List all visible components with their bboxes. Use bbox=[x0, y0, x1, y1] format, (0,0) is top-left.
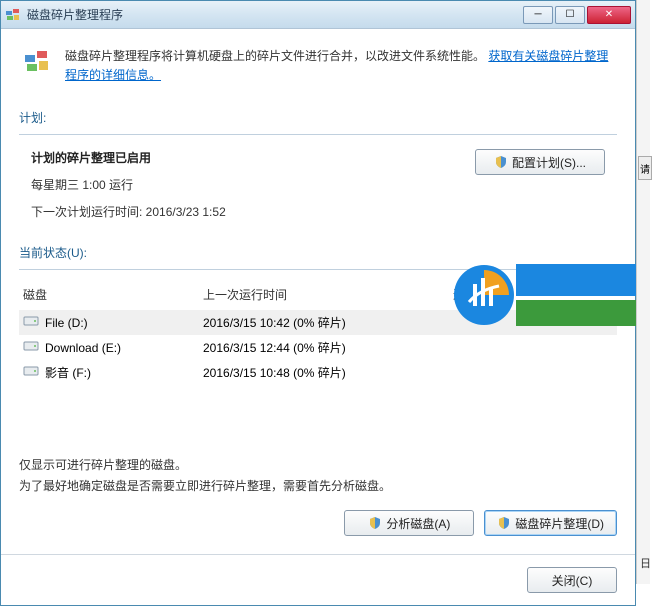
close-button[interactable]: 关闭(C) bbox=[527, 567, 617, 593]
banner-text: 磁盘碎片整理程序将计算机硬盘上的碎片文件进行合并，以改进文件系统性能。 获取有关… bbox=[65, 47, 613, 85]
drive-icon bbox=[23, 340, 39, 352]
note-line2: 为了最好地确定磁盘是否需要立即进行碎片整理，需要首先分析磁盘。 bbox=[19, 476, 617, 496]
note-section: 仅显示可进行碎片整理的磁盘。 为了最好地确定磁盘是否需要立即进行碎片整理，需要首… bbox=[1, 455, 635, 496]
disk-name-cell: File (D:) bbox=[23, 315, 203, 330]
minimize-button[interactable]: ─ bbox=[523, 6, 553, 24]
disk-last-run-cell: 2016/3/15 12:44 (0% 碎片) bbox=[203, 339, 453, 356]
watermark-bar-green bbox=[516, 300, 648, 326]
maximize-button[interactable]: ☐ bbox=[555, 6, 585, 24]
side-button-fragment[interactable]: 请 bbox=[638, 156, 652, 180]
note-line1: 仅显示可进行碎片整理的磁盘。 bbox=[19, 455, 617, 475]
schedule-label: 计划: bbox=[19, 109, 617, 126]
disk-last-run-cell: 2016/3/15 10:48 (0% 碎片) bbox=[203, 364, 453, 381]
analyze-label: 分析磁盘(A) bbox=[386, 515, 450, 532]
defrag-button[interactable]: 磁盘碎片整理(D) bbox=[484, 510, 617, 536]
shield-icon bbox=[497, 516, 511, 530]
disk-table: 磁盘 上一次运行时间 进度 File (D:)2016/3/15 10:42 (… bbox=[19, 280, 617, 385]
close-window-button[interactable]: ✕ bbox=[587, 6, 631, 24]
action-buttons: 分析磁盘(A) 磁盘碎片整理(D) bbox=[1, 496, 635, 542]
defrag-app-icon bbox=[5, 7, 21, 23]
shield-icon bbox=[494, 155, 508, 169]
side-window-fragment bbox=[636, 0, 650, 584]
analyze-button[interactable]: 分析磁盘(A) bbox=[344, 510, 474, 536]
watermark-bar-blue bbox=[516, 264, 648, 296]
side-text-fragment: 日 bbox=[640, 555, 651, 571]
disk-name-cell: Download (E:) bbox=[23, 340, 203, 355]
schedule-title: 计划的碎片整理已启用 bbox=[31, 149, 475, 166]
table-row[interactable]: Download (E:)2016/3/15 12:44 (0% 碎片) bbox=[19, 335, 617, 360]
configure-schedule-button[interactable]: 配置计划(S)... bbox=[475, 149, 605, 175]
titlebar[interactable]: 磁盘碎片整理程序 ─ ☐ ✕ bbox=[1, 1, 635, 29]
banner-description: 磁盘碎片整理程序将计算机硬盘上的碎片文件进行合并，以改进文件系统性能。 bbox=[65, 49, 485, 63]
schedule-info: 计划的碎片整理已启用 每星期三 1:00 运行 下一次计划运行时间: 2016/… bbox=[31, 149, 475, 230]
schedule-row: 计划的碎片整理已启用 每星期三 1:00 运行 下一次计划运行时间: 2016/… bbox=[1, 135, 635, 236]
table-row[interactable]: 影音 (F:)2016/3/15 10:48 (0% 碎片) bbox=[19, 360, 617, 385]
close-label: 关闭(C) bbox=[552, 572, 593, 589]
window-controls: ─ ☐ ✕ bbox=[523, 6, 631, 24]
close-row: 关闭(C) bbox=[1, 554, 635, 605]
info-banner: 磁盘碎片整理程序将计算机硬盘上的碎片文件进行合并，以改进文件系统性能。 获取有关… bbox=[13, 39, 623, 93]
defrag-label: 磁盘碎片整理(D) bbox=[515, 515, 604, 532]
schedule-section-label: 计划: bbox=[1, 103, 635, 132]
status-label: 当前状态(U): bbox=[19, 244, 617, 261]
defrag-banner-icon bbox=[23, 47, 55, 79]
shield-icon bbox=[368, 516, 382, 530]
schedule-next-run: 下一次计划运行时间: 2016/3/23 1:52 bbox=[31, 203, 475, 220]
watermark-logo-icon bbox=[453, 264, 515, 326]
configure-schedule-label: 配置计划(S)... bbox=[512, 154, 586, 171]
window-title: 磁盘碎片整理程序 bbox=[27, 6, 523, 23]
disk-last-run-cell: 2016/3/15 10:42 (0% 碎片) bbox=[203, 314, 453, 331]
col-last-header[interactable]: 上一次运行时间 bbox=[203, 286, 453, 303]
schedule-frequency: 每星期三 1:00 运行 bbox=[31, 176, 475, 193]
disk-name-cell: 影音 (F:) bbox=[23, 364, 203, 381]
drive-icon bbox=[23, 315, 39, 327]
col-disk-header[interactable]: 磁盘 bbox=[23, 286, 203, 303]
drive-icon bbox=[23, 365, 39, 377]
